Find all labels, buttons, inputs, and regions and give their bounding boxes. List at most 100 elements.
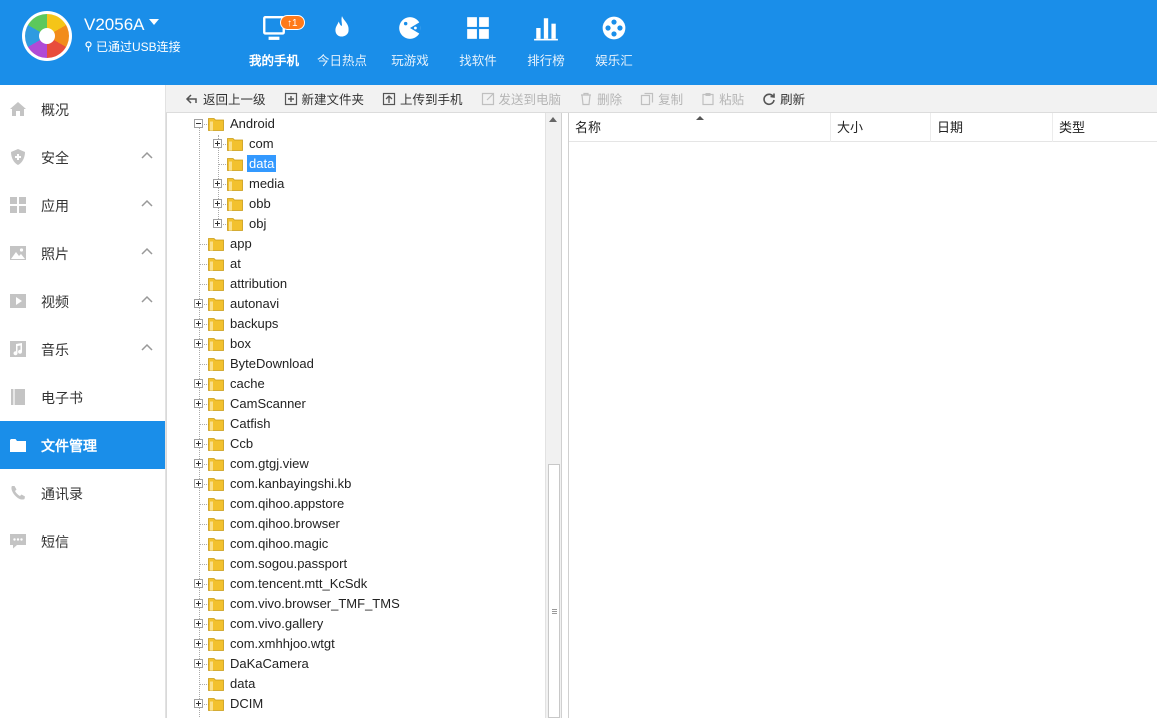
connection-status: 已通过USB连接 — [84, 38, 181, 55]
tree-row-label: com.qihoo.appstore — [230, 496, 345, 511]
tree-row[interactable]: backups — [167, 314, 545, 334]
tree-row[interactable]: cache — [167, 374, 545, 394]
tree-row[interactable]: box — [167, 334, 545, 354]
sidebar-item-7[interactable]: 文件管理 — [0, 421, 165, 469]
tree-row[interactable]: com.sogou.passport — [167, 554, 545, 574]
tree-row[interactable]: com.gtgj.view — [167, 454, 545, 474]
toolbar-button-2[interactable]: 上传到手机 — [373, 85, 472, 113]
tree-row[interactable]: data — [167, 154, 545, 174]
tree-row[interactable]: obb — [167, 194, 545, 214]
sidebar-item-8[interactable]: 通讯录 — [0, 469, 165, 517]
sidebar-item-9[interactable]: 短信 — [0, 517, 165, 565]
sidebar-item-0[interactable]: 概况 — [0, 85, 165, 133]
sidebar-item-1[interactable]: 安全 — [0, 133, 165, 181]
sidebar-item-4[interactable]: 视频 — [0, 277, 165, 325]
expand-icon[interactable] — [194, 319, 203, 328]
nav-item-4[interactable]: 排行榜 — [512, 0, 580, 85]
expand-icon[interactable] — [194, 699, 203, 708]
toolbar-button-1[interactable]: 新建文件夹 — [275, 85, 374, 113]
expand-icon[interactable] — [194, 299, 203, 308]
expand-icon[interactable] — [194, 399, 203, 408]
nav-item-0[interactable]: ↑1 我的手机 — [240, 0, 308, 85]
chevron-up-icon[interactable] — [141, 151, 153, 159]
sidebar-item-label: 通讯录 — [41, 486, 83, 502]
tree-row[interactable]: com.qihoo.magic — [167, 534, 545, 554]
folder-icon — [208, 538, 224, 551]
scroll-up-arrow-icon[interactable] — [549, 117, 557, 122]
col-size[interactable]: 大小 — [831, 113, 931, 142]
tree-row[interactable]: Android — [167, 114, 545, 134]
tree-row[interactable]: com.tencent.mtt_KcSdk — [167, 574, 545, 594]
device-dropdown-icon[interactable] — [149, 19, 159, 25]
expand-icon[interactable] — [213, 179, 222, 188]
col-date[interactable]: 日期 — [931, 113, 1053, 142]
nav-label: 排行榜 — [527, 54, 565, 68]
tree-row-label: Ccb — [230, 436, 254, 451]
tree-row[interactable]: autonavi — [167, 294, 545, 314]
tree-row[interactable]: com.kanbayingshi.kb — [167, 474, 545, 494]
nav-item-1[interactable]: 今日热点 — [308, 0, 376, 85]
expand-icon[interactable] — [194, 339, 203, 348]
toolbar-button-5[interactable]: 复制 — [631, 85, 692, 113]
tree-row[interactable]: com.qihoo.browser — [167, 514, 545, 534]
expand-icon[interactable] — [213, 219, 222, 228]
toolbar-button-6[interactable]: 粘贴 — [692, 85, 753, 113]
nav-item-3[interactable]: 找软件 — [444, 0, 512, 85]
tree-row[interactable]: Ccb — [167, 434, 545, 454]
tree-row[interactable]: media — [167, 174, 545, 194]
tree-row[interactable]: com.vivo.browser_TMF_TMS — [167, 594, 545, 614]
file-list-header: 名称 大小 日期 类型 — [569, 113, 1157, 142]
tree-row[interactable]: com.qihoo.appstore — [167, 494, 545, 514]
expand-icon[interactable] — [213, 199, 222, 208]
expand-icon[interactable] — [194, 599, 203, 608]
tree-row[interactable]: app — [167, 234, 545, 254]
chevron-up-icon[interactable] — [141, 199, 153, 207]
toolbar-button-label: 删除 — [597, 93, 623, 107]
toolbar-button-0[interactable]: 返回上一级 — [176, 85, 275, 113]
sidebar-item-6[interactable]: 电子书 — [0, 373, 165, 421]
toolbar-button-3[interactable]: 发送到电脑 — [472, 85, 571, 113]
device-name[interactable]: V2056A — [84, 15, 145, 35]
tree-row[interactable]: attribution — [167, 274, 545, 294]
file-list[interactable]: 名称 大小 日期 类型 — [568, 113, 1157, 718]
chevron-up-icon[interactable] — [141, 247, 153, 255]
expand-icon[interactable] — [213, 139, 222, 148]
expand-icon[interactable] — [194, 639, 203, 648]
toolbar-button-7[interactable]: 刷新 — [753, 85, 814, 113]
expand-icon[interactable] — [194, 479, 203, 488]
nav-item-5[interactable]: 娱乐汇 — [580, 0, 648, 85]
tree-scrollbar[interactable] — [545, 113, 562, 718]
folder-tree[interactable]: Android com data media obb obj app at attributio… — [166, 113, 547, 718]
tree-row[interactable]: com.vivo.gallery — [167, 614, 545, 634]
tree-row[interactable]: at — [167, 254, 545, 274]
tree-row-label: obj — [249, 216, 267, 231]
chevron-up-icon[interactable] — [141, 343, 153, 351]
col-type[interactable]: 类型 — [1053, 113, 1157, 142]
tree-row[interactable]: com.xmhhjoo.wtgt — [167, 634, 545, 654]
nav-item-2[interactable]: 玩游戏 — [376, 0, 444, 85]
tree-row[interactable]: DCIM — [167, 694, 545, 714]
tree-row[interactable]: com — [167, 134, 545, 154]
tree-row[interactable]: CamScanner — [167, 394, 545, 414]
expand-icon[interactable] — [194, 439, 203, 448]
expand-icon[interactable] — [194, 619, 203, 628]
tree-row[interactable]: DaKaCamera — [167, 654, 545, 674]
folder-icon — [208, 498, 224, 511]
expand-icon[interactable] — [194, 379, 203, 388]
col-name[interactable]: 名称 — [569, 113, 831, 142]
chevron-up-icon[interactable] — [141, 295, 153, 303]
tree-row[interactable]: data — [167, 674, 545, 694]
expand-icon[interactable] — [194, 459, 203, 468]
top-nav: ↑1 我的手机 今日热点 玩游戏 找软件 排行榜 娱乐汇 — [240, 0, 648, 85]
tree-row[interactable]: ByteDownload — [167, 354, 545, 374]
expand-icon[interactable] — [194, 579, 203, 588]
sidebar-item-5[interactable]: 音乐 — [0, 325, 165, 373]
scroll-thumb[interactable] — [548, 464, 560, 718]
expand-icon[interactable] — [194, 659, 203, 668]
collapse-icon[interactable] — [194, 119, 203, 128]
tree-row[interactable]: Catfish — [167, 414, 545, 434]
tree-row[interactable]: obj — [167, 214, 545, 234]
toolbar-button-4[interactable]: 删除 — [570, 85, 631, 113]
sidebar-item-3[interactable]: 照片 — [0, 229, 165, 277]
sidebar-item-2[interactable]: 应用 — [0, 181, 165, 229]
